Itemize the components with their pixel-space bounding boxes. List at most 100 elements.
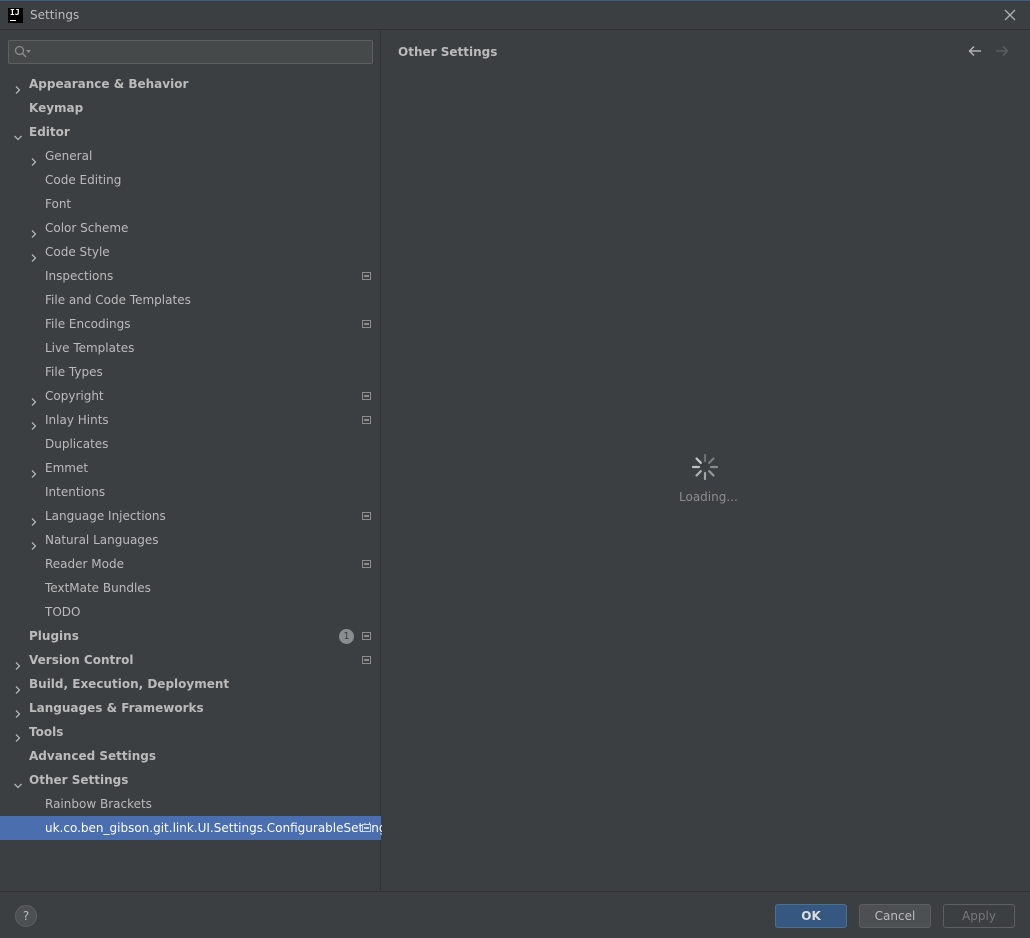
tree-item-label: Inspections xyxy=(45,269,114,283)
project-level-settings-icon xyxy=(362,416,371,424)
chevron-right-icon[interactable] xyxy=(29,535,39,550)
chevron-right-icon[interactable] xyxy=(29,391,39,406)
tree-item-label: Other Settings xyxy=(29,773,129,787)
tree-item-label: Code Editing xyxy=(45,173,122,187)
tree-item[interactable]: Code Style xyxy=(0,240,381,264)
tree-item[interactable]: Plugins 1 xyxy=(0,624,381,648)
tree-item-label: Editor xyxy=(29,125,70,139)
tree-item-label: File and Code Templates xyxy=(45,293,191,307)
apply-button[interactable]: Apply xyxy=(943,904,1015,928)
ok-button[interactable]: OK xyxy=(775,904,847,928)
tree-item[interactable]: TextMate Bundles xyxy=(0,576,381,600)
settings-sidebar: Appearance & Behavior Keymap Editor General… xyxy=(0,31,393,891)
settings-content: Other Settings Loading... xyxy=(382,31,1030,891)
page-title: Other Settings xyxy=(398,45,498,59)
chevron-right-icon[interactable] xyxy=(29,247,39,262)
chevron-right-icon[interactable] xyxy=(13,655,23,670)
tree-item[interactable]: Other Settings xyxy=(0,768,381,792)
chevron-right-icon[interactable] xyxy=(29,463,39,478)
tree-item[interactable]: Reader Mode xyxy=(0,552,381,576)
tree-item[interactable]: Inspections xyxy=(0,264,381,288)
tree-item-label: File Types xyxy=(45,365,103,379)
chevron-down-icon[interactable] xyxy=(13,775,23,789)
tree-item[interactable]: Copyright xyxy=(0,384,381,408)
tree-item[interactable]: Keymap xyxy=(0,96,381,120)
tree-item[interactable]: File and Code Templates xyxy=(0,288,381,312)
tree-item[interactable]: Live Templates xyxy=(0,336,381,360)
loading-text: Loading... xyxy=(679,490,738,504)
tree-item[interactable]: Font xyxy=(0,192,381,216)
tree-item-label: Plugins xyxy=(29,629,79,643)
tree-item[interactable]: File Encodings xyxy=(0,312,381,336)
tree-item-label: Natural Languages xyxy=(45,533,159,547)
tree-item[interactable]: Rainbow Brackets xyxy=(0,792,381,816)
tree-item[interactable]: Color Scheme xyxy=(0,216,381,240)
dialog-footer: ? OK Cancel Apply xyxy=(0,891,1030,938)
tree-item[interactable]: Intentions xyxy=(0,480,381,504)
project-level-settings-icon xyxy=(362,824,371,832)
tree-item-label: Build, Execution, Deployment xyxy=(29,677,230,691)
tree-item-label: Tools xyxy=(29,725,64,739)
close-icon[interactable] xyxy=(1002,7,1018,23)
cancel-button[interactable]: Cancel xyxy=(859,904,931,928)
tree-item[interactable]: Code Editing xyxy=(0,168,381,192)
project-level-settings-icon xyxy=(362,320,371,328)
tree-item-label: Advanced Settings xyxy=(29,749,157,763)
chevron-right-icon[interactable] xyxy=(29,223,39,238)
tree-item[interactable]: uk.co.ben_gibson.git.link.UI.Settings.Co… xyxy=(0,816,393,840)
tree-item[interactable]: Natural Languages xyxy=(0,528,381,552)
project-level-settings-icon xyxy=(362,512,371,520)
tree-item-label: General xyxy=(45,149,93,163)
loading-spinner-icon xyxy=(690,452,720,485)
help-button[interactable]: ? xyxy=(15,905,37,927)
tree-item-label: Keymap xyxy=(29,101,84,115)
chevron-right-icon[interactable] xyxy=(13,703,23,718)
forward-arrow-icon[interactable] xyxy=(995,45,1009,60)
tree-item-label: Emmet xyxy=(45,461,89,475)
tree-item-label: Languages & Frameworks xyxy=(29,701,204,715)
project-level-settings-icon xyxy=(362,656,371,664)
tree-item-label: Rainbow Brackets xyxy=(45,797,152,811)
tree-item-label: Inlay Hints xyxy=(45,413,109,427)
tree-item[interactable]: Duplicates xyxy=(0,432,381,456)
project-level-settings-icon xyxy=(362,272,371,280)
tree-item[interactable]: Build, Execution, Deployment xyxy=(0,672,381,696)
tree-item[interactable]: Inlay Hints xyxy=(0,408,381,432)
chevron-right-icon[interactable] xyxy=(13,679,23,694)
tree-item-label: Intentions xyxy=(45,485,106,499)
tree-item-label: uk.co.ben_gibson.git.link.UI.Settings.Co… xyxy=(45,821,393,835)
tree-item-label: Version Control xyxy=(29,653,134,667)
tree-item-label: Code Style xyxy=(45,245,110,259)
tree-item[interactable]: General xyxy=(0,144,381,168)
settings-tree: Appearance & Behavior Keymap Editor General… xyxy=(0,72,393,840)
tree-item-label: Reader Mode xyxy=(45,557,124,571)
tree-item-label: TextMate Bundles xyxy=(45,581,151,595)
search-input[interactable] xyxy=(8,40,373,64)
project-level-settings-icon xyxy=(362,632,371,640)
tree-item-label: Duplicates xyxy=(45,437,109,451)
chevron-right-icon[interactable] xyxy=(29,415,39,430)
chevron-down-icon[interactable] xyxy=(13,127,23,141)
tree-item[interactable]: File Types xyxy=(0,360,381,384)
tree-item-label: TODO xyxy=(45,605,81,619)
back-arrow-icon[interactable] xyxy=(968,45,982,60)
tree-item-label: Color Scheme xyxy=(45,221,129,235)
tree-item[interactable]: Appearance & Behavior xyxy=(0,72,381,96)
window-title: Settings xyxy=(30,8,80,22)
tree-item[interactable]: Language Injections xyxy=(0,504,381,528)
chevron-right-icon[interactable] xyxy=(13,727,23,742)
chevron-right-icon[interactable] xyxy=(13,79,23,94)
tree-item-label: Appearance & Behavior xyxy=(29,77,189,91)
tree-item[interactable]: Languages & Frameworks xyxy=(0,696,381,720)
tree-item[interactable]: Advanced Settings xyxy=(0,744,381,768)
title-bar: IJ Settings xyxy=(0,0,1030,30)
tree-item[interactable]: TODO xyxy=(0,600,381,624)
chevron-right-icon[interactable] xyxy=(29,151,39,166)
tree-item[interactable]: Emmet xyxy=(0,456,381,480)
tree-item[interactable]: Editor xyxy=(0,120,381,144)
chevron-right-icon[interactable] xyxy=(29,511,39,526)
tree-item-label: Language Injections xyxy=(45,509,166,523)
tree-item[interactable]: Tools xyxy=(0,720,381,744)
tree-item[interactable]: Version Control xyxy=(0,648,381,672)
project-level-settings-icon xyxy=(362,560,371,568)
